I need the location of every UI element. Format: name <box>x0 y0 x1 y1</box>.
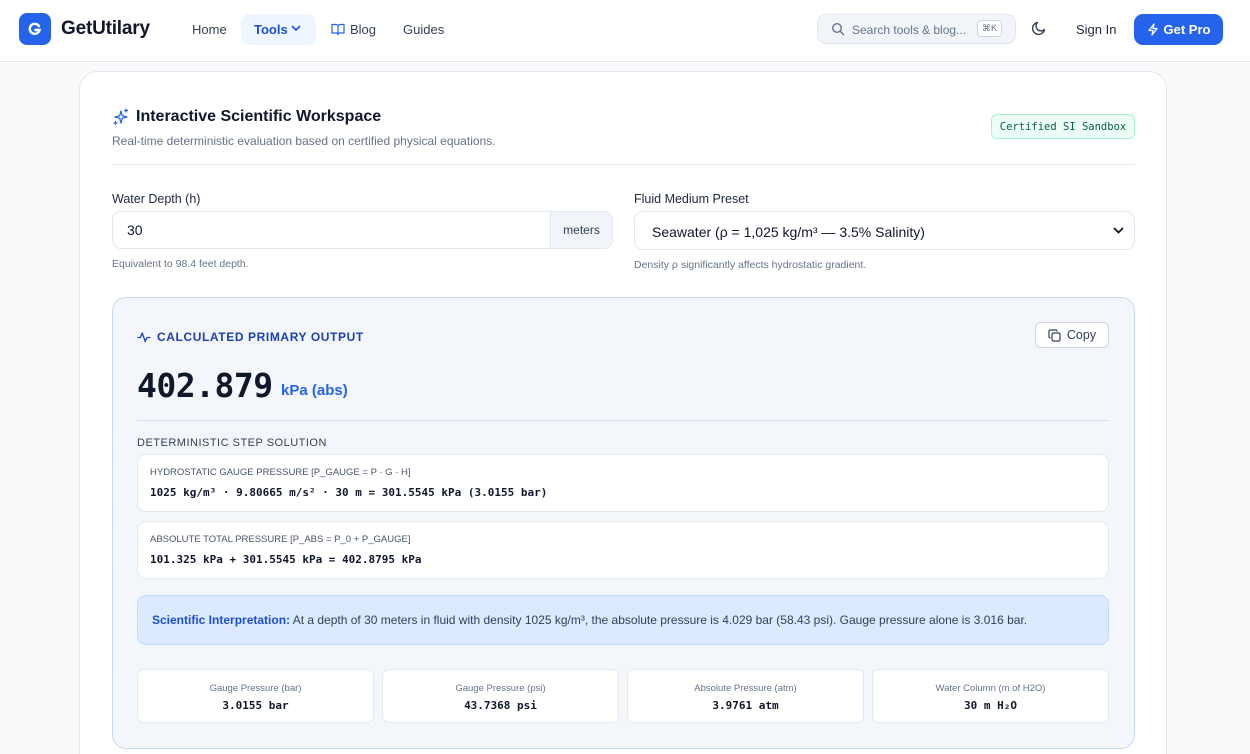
metric-value: 43.7368 psi <box>464 699 537 712</box>
search-box[interactable]: Search tools & blog... ⌘K <box>817 14 1016 44</box>
logo-g-icon <box>28 22 42 35</box>
search-shortcut: ⌘K <box>977 20 1003 37</box>
medium-label: Fluid Medium Preset <box>634 192 749 206</box>
medium-hint: Density ρ significantly affects hydrosta… <box>634 259 867 271</box>
divider <box>112 164 1135 165</box>
primary-value: 402.879 <box>137 366 273 405</box>
workspace-card: Interactive Scientific Workspace Real-ti… <box>79 71 1167 754</box>
metric-value: 3.0155 bar <box>222 699 289 712</box>
step-card: ABSOLUTE TOTAL PRESSURE [P_ABS = P_0 + P… <box>137 521 1109 579</box>
metric-card: Gauge Pressure (bar) 3.0155 bar <box>137 669 374 723</box>
step-card: HYDROSTATIC GAUGE PRESSURE [P_GAUGE = P … <box>137 454 1109 512</box>
step-equation: 1025 kg/m³ · 9.80665 m/s² · 30 m = 301.5… <box>150 486 548 499</box>
get-pro-button[interactable]: Get Pro <box>1134 14 1223 45</box>
chevron-down-icon <box>291 25 301 32</box>
search-placeholder: Search tools & blog... <box>852 23 967 37</box>
metric-value: 3.9761 atm <box>712 699 779 712</box>
certified-badge: Certified SI Sandbox <box>991 114 1135 139</box>
search-icon <box>831 22 845 36</box>
logo-badge[interactable] <box>19 13 51 45</box>
chevron-down-icon <box>1113 227 1124 234</box>
output-panel: CALCULATED PRIMARY OUTPUT Copy 402.879 k… <box>112 297 1135 749</box>
book-icon <box>331 23 345 36</box>
depth-input[interactable] <box>113 212 551 248</box>
brand-name[interactable]: GetUtilary <box>61 18 150 40</box>
lightning-icon <box>1147 23 1158 36</box>
workspace-subtitle: Real-time deterministic evaluation based… <box>112 134 496 148</box>
metric-label: Gauge Pressure (psi) <box>455 683 546 694</box>
divider <box>137 420 1109 421</box>
metric-label: Gauge Pressure (bar) <box>209 683 302 694</box>
nav-guides[interactable]: Guides <box>403 14 444 45</box>
metric-card: Water Column (m of H2O) 30 m H₂O <box>872 669 1109 723</box>
depth-hint: Equivalent to 98.4 feet depth. <box>112 258 249 270</box>
primary-unit: kPa (abs) <box>281 382 348 399</box>
medium-selected-value: Seawater (ρ = 1,025 kg/m³ — 3.5% Salinit… <box>652 224 925 240</box>
step-caption: ABSOLUTE TOTAL PRESSURE [P_ABS = P_0 + P… <box>150 534 411 545</box>
depth-unit: meters <box>550 212 612 248</box>
output-heading-text: CALCULATED PRIMARY OUTPUT <box>157 330 364 344</box>
get-pro-label: Get Pro <box>1163 22 1211 37</box>
metric-card: Absolute Pressure (atm) 3.9761 atm <box>627 669 864 723</box>
nav-blog[interactable]: Blog <box>350 14 376 45</box>
metric-card: Gauge Pressure (psi) 43.7368 psi <box>382 669 619 723</box>
sign-in-link[interactable]: Sign In <box>1076 22 1116 37</box>
scientific-interpretation: Scientific Interpretation: At a depth of… <box>137 595 1109 645</box>
metric-value: 30 m H₂O <box>964 699 1017 712</box>
metric-label: Absolute Pressure (atm) <box>694 683 797 694</box>
depth-input-group: meters <box>112 211 613 249</box>
interpretation-label: Scientific Interpretation: <box>152 613 291 627</box>
sparkles-icon <box>113 108 129 126</box>
copy-button[interactable]: Copy <box>1035 322 1109 348</box>
step-caption: HYDROSTATIC GAUGE PRESSURE [P_GAUGE = P … <box>150 467 411 478</box>
nav-tools-label: Tools <box>254 22 288 37</box>
copy-icon <box>1048 328 1061 342</box>
workspace-title: Interactive Scientific Workspace <box>136 108 382 125</box>
nav-tools-dropdown[interactable]: Tools <box>241 14 316 45</box>
step-equation: 101.325 kPa + 301.5545 kPa = 402.8795 kP… <box>150 553 422 566</box>
moon-icon[interactable] <box>1031 20 1047 36</box>
nav-home[interactable]: Home <box>192 14 227 45</box>
depth-label: Water Depth (h) <box>112 192 201 206</box>
output-heading: CALCULATED PRIMARY OUTPUT <box>137 330 364 344</box>
activity-icon <box>137 332 151 343</box>
top-navbar: GetUtilary Home Tools Blog Guides Search… <box>0 0 1250 62</box>
step-solution-title: DETERMINISTIC STEP SOLUTION <box>137 437 327 449</box>
metric-label: Water Column (m of H2O) <box>935 683 1046 694</box>
copy-label: Copy <box>1066 328 1097 342</box>
interpretation-text: At a depth of 30 meters in fluid with de… <box>292 613 1028 627</box>
medium-select[interactable]: Seawater (ρ = 1,025 kg/m³ — 3.5% Salinit… <box>634 211 1135 250</box>
